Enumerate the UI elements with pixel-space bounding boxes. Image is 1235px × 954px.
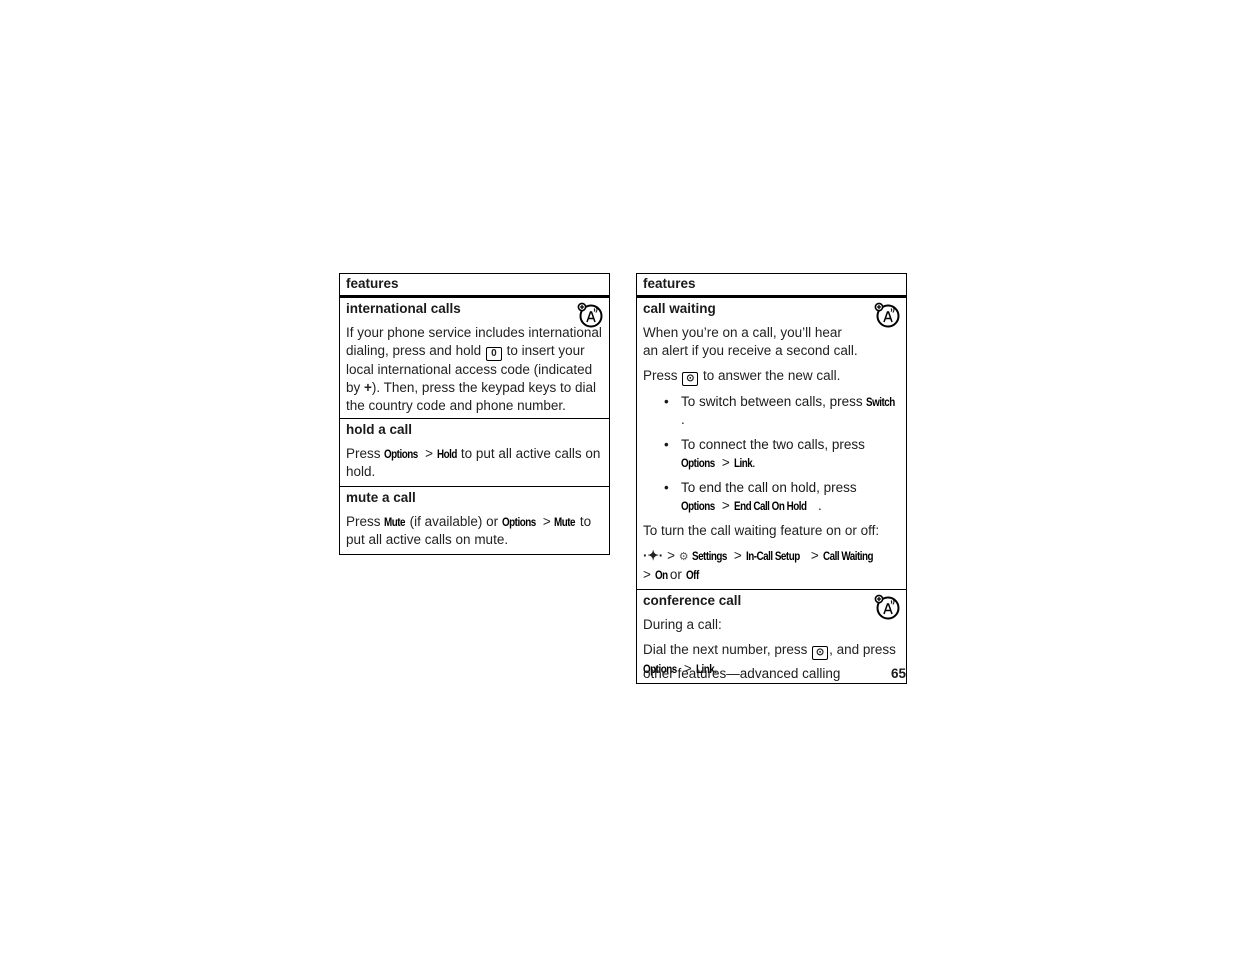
page-number: 65 [890, 666, 906, 681]
menu-key-label: Options [501, 515, 536, 529]
text-span: . [817, 498, 822, 513]
text-span: > [730, 548, 746, 563]
feature-row-international-calls: international calls If your phone servic… [340, 298, 609, 418]
text-span: . [681, 412, 685, 427]
text-span: To switch between calls, press [681, 394, 867, 409]
text-span: (if available) or [405, 514, 502, 529]
text-span: > [807, 548, 823, 563]
network-feature-icon [874, 302, 900, 328]
menu-key-label: End Call On Hold [733, 499, 807, 513]
feature-title: mute a call [346, 490, 416, 505]
list-item: To switch between calls, press Switch. [664, 393, 900, 429]
feature-description: During a call: [643, 617, 722, 632]
feature-title: call waiting [643, 301, 716, 316]
text-span: > [718, 455, 734, 470]
menu-path: ·✦· > ⚙ Settings > In-Call Setup > Call … [643, 547, 900, 584]
text-span: Press [346, 514, 385, 529]
send-key-icon: ⊙ [812, 646, 829, 660]
feature-description: If your phone service includes internati… [346, 324, 603, 415]
text-span: , and press [829, 642, 896, 657]
feature-title: conference call [643, 593, 742, 608]
menu-key-label: On [654, 568, 668, 582]
settings-icon: ⚙ [678, 551, 692, 563]
options-list: To switch between calls, press Switch. T… [643, 393, 900, 515]
list-item: To end the call on hold, press Options >… [664, 479, 900, 515]
feature-description: Press Options > Hold to put all active c… [346, 445, 603, 481]
menu-key-label: Off [685, 568, 699, 582]
text-span: or [666, 567, 686, 582]
text-span: To connect the two calls, press [681, 437, 865, 452]
nav-key-icon: ·✦· [643, 548, 664, 563]
list-item: To connect the two calls, press Options … [664, 436, 900, 472]
text-span: > [421, 446, 437, 461]
text-span: Press [643, 368, 682, 383]
menu-key-label: Settings [691, 549, 727, 563]
features-table-right: features call waiting When you’re on a c… [636, 273, 907, 684]
section-title: other features—advanced calling [643, 666, 841, 681]
menu-key-label: Link [733, 456, 753, 470]
menu-key-label: Mute [384, 515, 406, 529]
feature-title: international calls [346, 301, 461, 316]
menu-key-label: Options [681, 499, 715, 513]
feature-instruction: To turn the call waiting feature on or o… [643, 523, 880, 538]
feature-description: When you’re on a call, you’ll hear an al… [643, 325, 858, 358]
menu-key-label: Options [384, 447, 419, 461]
text-span: > [663, 548, 679, 563]
text-span: . [751, 455, 756, 470]
text-span: > [539, 514, 555, 529]
zero-key-icon: 0 [485, 347, 502, 361]
menu-key-label: Call Waiting [822, 549, 874, 563]
text-span: to answer the new call. [699, 368, 841, 383]
menu-key-label: Switch [866, 395, 896, 409]
network-feature-icon [577, 302, 603, 328]
feature-title: hold a call [346, 422, 413, 437]
menu-key-label: Options [681, 456, 715, 470]
features-table-left: features international calls If your pho… [339, 273, 610, 555]
text-span: Dial the next number, press [643, 642, 812, 657]
text-span: > [718, 498, 734, 513]
feature-row-call-waiting: call waiting When you’re on a call, you’… [637, 298, 906, 589]
menu-key-label: Hold [436, 447, 457, 461]
feature-instruction: Press ⊙ to answer the new call. [643, 367, 900, 386]
send-key-icon: ⊙ [682, 372, 699, 386]
menu-key-label: In-Call Setup [745, 549, 800, 563]
plus-symbol: + [364, 380, 372, 395]
table-header: features [340, 274, 609, 298]
feature-description: Press Mute (if available) or Options > M… [346, 513, 603, 549]
table-header: features [637, 274, 906, 298]
feature-row-mute-a-call: mute a call Press Mute (if available) or… [340, 486, 609, 554]
feature-row-hold-a-call: hold a call Press Options > Hold to put … [340, 418, 609, 486]
menu-key-label: Mute [554, 515, 576, 529]
network-feature-icon [874, 594, 900, 620]
text-span: ). Then, press the keypad keys to dial t… [346, 380, 597, 413]
text-span: Press [346, 446, 385, 461]
text-span: > [643, 567, 655, 582]
text-span: To end the call on hold, press [681, 480, 857, 495]
